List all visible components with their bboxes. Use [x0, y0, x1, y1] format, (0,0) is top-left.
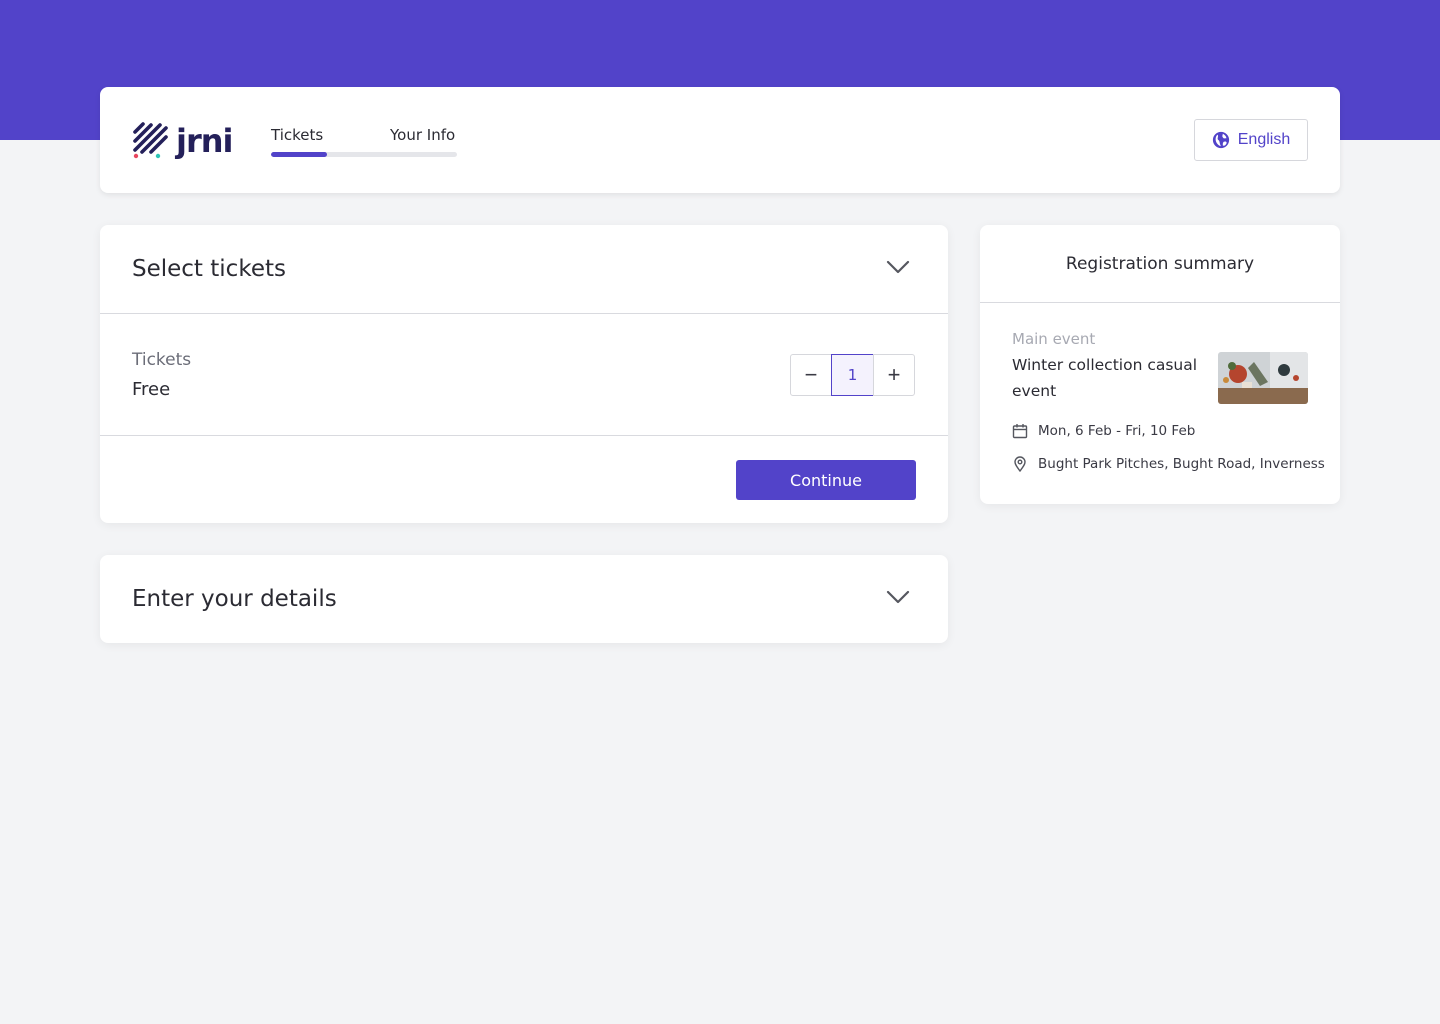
logo-stripes-icon [133, 122, 168, 159]
quantity-value[interactable]: 1 [831, 354, 874, 396]
event-location-text: Bught Park Pitches, Bught Road, Invernes… [1038, 456, 1325, 472]
header-bar: jrni Tickets Your Info English [100, 87, 1340, 193]
progress-steps: Tickets Your Info [271, 125, 457, 159]
progress-bar [271, 152, 457, 157]
map-pin-icon [1014, 456, 1026, 472]
event-type-label: Main event [1012, 330, 1096, 348]
step-your-info[interactable]: Your Info [390, 125, 455, 145]
chevron-down-icon[interactable] [886, 259, 910, 275]
quantity-stepper: − 1 + [790, 354, 915, 396]
enter-details-header[interactable]: Enter your details [100, 555, 948, 643]
tickets-footer: Continue [100, 436, 948, 524]
logo-wordmark: jrni [176, 122, 233, 160]
ticket-price: Free [132, 379, 171, 400]
event-dates: Mon, 6 Feb - Fri, 10 Feb [1012, 423, 1195, 439]
select-tickets-header[interactable]: Select tickets [100, 225, 948, 313]
event-thumbnail [1218, 352, 1308, 404]
summary-body: Main event Winter collection casual even… [980, 303, 1340, 504]
ticket-row: Tickets Free − 1 + [100, 314, 948, 435]
event-name: Winter collection casual event [1012, 356, 1198, 400]
select-tickets-panel: Select tickets Tickets Free − 1 + Contin… [100, 225, 948, 523]
registration-summary-panel: Registration summary Main event Winter c… [980, 225, 1340, 504]
chevron-down-icon[interactable] [886, 589, 910, 605]
continue-button[interactable]: Continue [736, 460, 916, 500]
progress-bar-fill [271, 152, 327, 157]
summary-title: Registration summary [1065, 253, 1255, 274]
event-image [1218, 352, 1308, 404]
language-label: English [1237, 131, 1291, 148]
section-title: Enter your details [132, 586, 337, 612]
globe-icon [1212, 131, 1229, 149]
calendar-icon [1012, 424, 1028, 439]
decrease-quantity-button[interactable]: − [790, 354, 832, 396]
jrni-logo[interactable]: jrni [132, 122, 240, 160]
language-selector-button[interactable]: English [1194, 119, 1308, 161]
enter-details-panel: Enter your details [100, 555, 948, 643]
ticket-name: Tickets [132, 350, 192, 370]
increase-quantity-button[interactable]: + [873, 354, 915, 396]
event-dates-text: Mon, 6 Feb - Fri, 10 Feb [1038, 423, 1196, 439]
section-title: Select tickets [132, 256, 286, 282]
event-location: Bught Park Pitches, Bught Road, Invernes… [1012, 456, 1325, 472]
step-tickets[interactable]: Tickets [271, 125, 323, 145]
